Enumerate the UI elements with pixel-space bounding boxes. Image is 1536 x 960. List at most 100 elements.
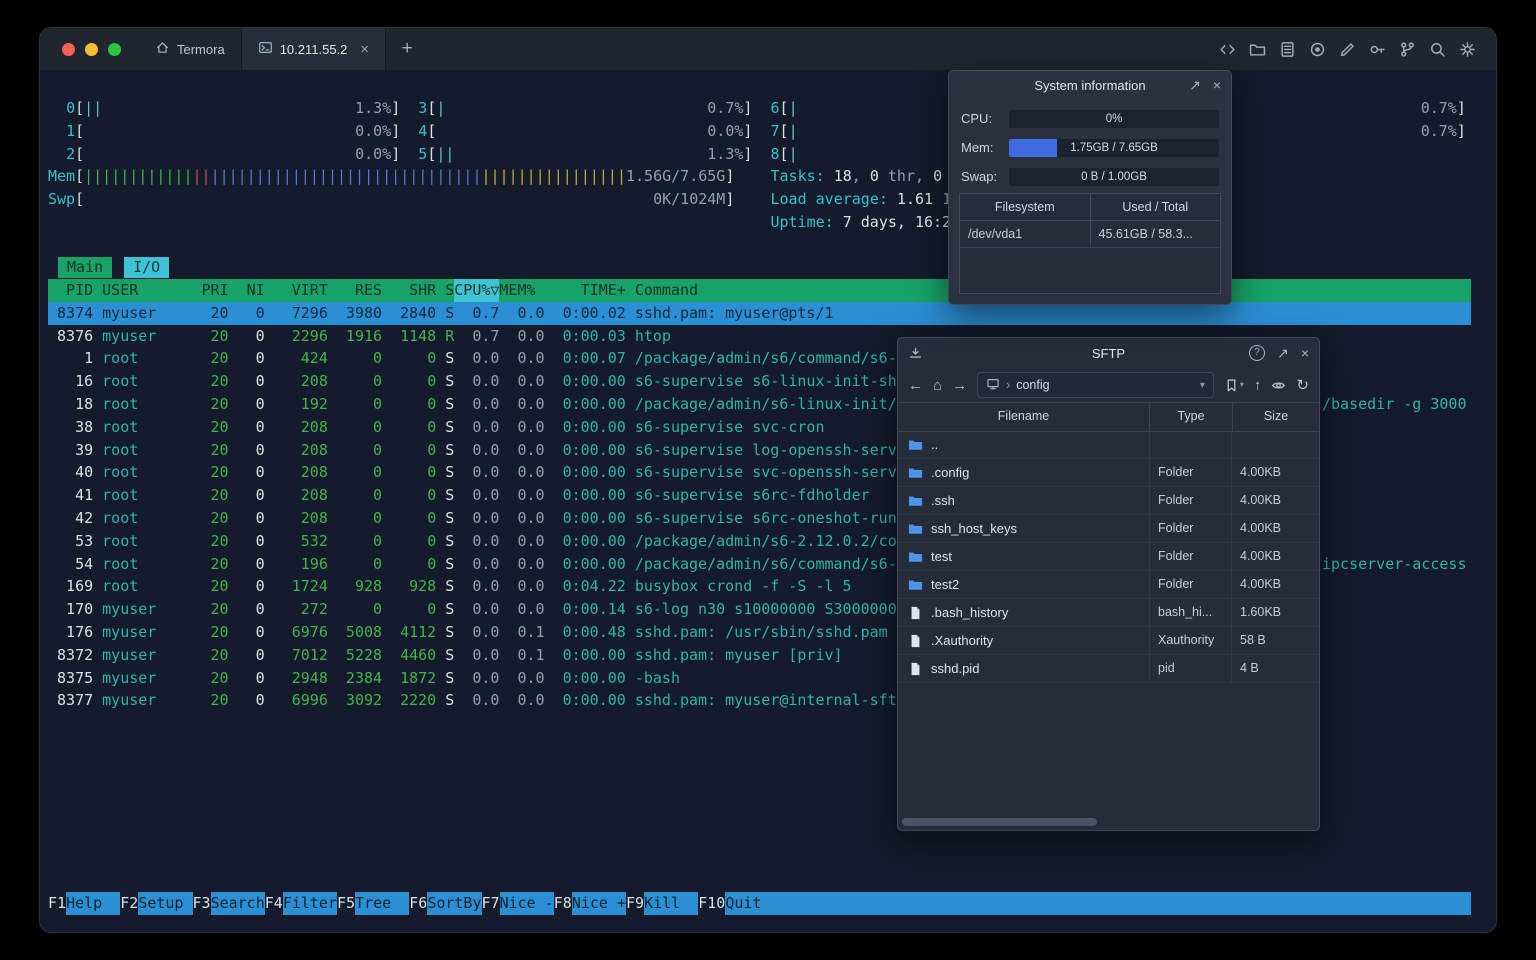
system-info-panel: System information ↗ × CPU: 0% Mem: 1.75… [948, 70, 1232, 305]
sftp-file-row[interactable]: .ssh Folder 4.00KB [898, 487, 1319, 515]
folder-icon [908, 496, 923, 506]
close-window-button[interactable] [62, 42, 75, 56]
column-header-pri[interactable]: PRI [192, 279, 228, 302]
htop-tab-io[interactable]: I/O [124, 257, 170, 278]
up-directory-button[interactable]: ↑ [1254, 378, 1262, 393]
fkey-F3: F3 [192, 894, 211, 912]
chevron-down-icon[interactable]: ▾ [1200, 380, 1205, 391]
fkey-label[interactable]: Nice - [499, 892, 554, 915]
fkey-label[interactable]: Setup [138, 892, 193, 915]
key-icon[interactable] [1369, 41, 1386, 58]
search-icon[interactable] [1429, 41, 1446, 58]
sftp-toolbar: ← ⌂ → › config ▾ ▾ ↑ ↻ [898, 368, 1319, 402]
settings-icon[interactable] [1459, 41, 1476, 58]
new-tab-button[interactable]: + [386, 28, 428, 70]
close-panel-icon[interactable]: × [1301, 346, 1309, 360]
column-header-ni[interactable]: NI [229, 279, 265, 302]
column-header-mem[interactable]: MEM% [499, 279, 544, 302]
fkey-label[interactable]: SortBy [427, 892, 482, 915]
home-icon [155, 40, 170, 58]
swap-usage-value: 0 B / 1.00GB [1081, 170, 1147, 183]
column-header-time[interactable]: TIME+ [545, 279, 626, 302]
sftp-file-row[interactable]: .. [898, 431, 1319, 459]
pen-icon[interactable] [1339, 41, 1356, 58]
column-header-filename[interactable]: Filename [898, 403, 1149, 431]
fkey-F8: F8 [553, 894, 572, 912]
filesystem-table-header: Filesystem Used / Total [960, 194, 1220, 221]
fkey-label[interactable]: Nice + [571, 892, 626, 915]
fkey-label[interactable]: Filter [282, 892, 337, 915]
record-icon[interactable] [1309, 41, 1326, 58]
cpu-usage-value: 0% [1105, 112, 1123, 125]
fkey-label[interactable]: Tree [355, 892, 410, 915]
sftp-file-row[interactable]: sshd.pid pid 4 B [898, 655, 1319, 683]
close-tab-icon[interactable]: × [360, 42, 369, 57]
process-row[interactable]: 8374 myuser 20 0 7296 3980 2840 S 0.7 0.0 0:00.02 s… [48, 301, 1471, 325]
breadcrumb-path[interactable]: config [1016, 378, 1049, 392]
fkey-label[interactable]: Kill [644, 892, 699, 915]
column-header-user[interactable]: USER [93, 279, 192, 302]
tab-session[interactable]: 10.211.55.2 × [240, 28, 387, 70]
folder-icon[interactable] [1249, 41, 1266, 58]
sftp-file-row[interactable]: test2 Folder 4.00KB [898, 571, 1319, 599]
sftp-file-row[interactable]: .bash_history bash_hi... 1.60KB [898, 599, 1319, 627]
zoom-window-button[interactable] [108, 42, 121, 56]
cpu-usage-bar: 0% [1009, 109, 1219, 128]
home-button[interactable]: ⌂ [933, 378, 942, 393]
scrollbar-thumb[interactable] [902, 818, 1097, 826]
swap-label: Swap: [961, 169, 998, 184]
dock-icon[interactable] [908, 338, 923, 368]
mem-label: Mem: [961, 140, 994, 155]
folder-icon [908, 552, 923, 562]
branch-icon[interactable] [1399, 41, 1416, 58]
code-icon[interactable] [1219, 41, 1236, 58]
fkey-label[interactable]: Quit [725, 892, 780, 915]
column-header-virt[interactable]: VIRT [265, 279, 328, 302]
fkey-F9: F9 [626, 894, 645, 912]
path-breadcrumb[interactable]: › config ▾ [977, 372, 1214, 398]
column-header-shr[interactable]: SHR [382, 279, 436, 302]
open-in-new-window-icon[interactable]: ↗ [1189, 78, 1201, 92]
fkey-label[interactable]: Search [210, 892, 265, 915]
minimize-window-button[interactable] [85, 42, 98, 56]
show-hidden-icon[interactable] [1271, 378, 1286, 393]
fkey-F7: F7 [481, 894, 500, 912]
folder-icon [908, 468, 923, 478]
column-header-cpu[interactable]: CPU%▽ [454, 279, 500, 302]
htop-tab-main[interactable]: Main [58, 257, 113, 278]
sftp-file-row[interactable]: ssh_host_keys Folder 4.00KB [898, 515, 1319, 543]
swap-usage-bar: 0 B / 1.00GB [1009, 167, 1219, 186]
help-icon[interactable]: ? [1249, 345, 1266, 361]
sftp-titlebar: SFTP ? ↗ × [898, 338, 1319, 368]
file-icon [911, 662, 920, 675]
sftp-table-header: Filename Type Size [898, 402, 1319, 432]
fkey-F5: F5 [337, 894, 356, 912]
titlebar: Termora 10.211.55.2 × + [40, 28, 1496, 70]
close-panel-icon[interactable]: × [1213, 78, 1221, 92]
forward-button[interactable]: → [952, 378, 967, 393]
sftp-file-row[interactable]: .config Folder 4.00KB [898, 459, 1319, 487]
window-controls [40, 28, 139, 70]
file-icon [911, 634, 920, 647]
cpu-label: CPU: [961, 111, 993, 126]
sftp-file-row[interactable]: test Folder 4.00KB [898, 543, 1319, 571]
fkey-label[interactable]: Help [66, 892, 121, 915]
uptime-line: Uptime: 7 days, 16:2 [770, 212, 952, 231]
sftp-file-row[interactable]: .Xauthority Xauthority 58 B [898, 627, 1319, 655]
bookmark-icon[interactable]: ▾ [1224, 378, 1244, 393]
column-header-res[interactable]: RES [328, 279, 382, 302]
tab-termora[interactable]: Termora [139, 28, 241, 70]
system-info-titlebar: System information ↗ × [949, 71, 1231, 99]
log-icon[interactable] [1279, 41, 1296, 58]
horizontal-scrollbar[interactable] [900, 818, 1317, 827]
back-button[interactable]: ← [908, 378, 923, 393]
fkey-F10: F10 [698, 894, 726, 912]
column-header-size[interactable]: Size [1232, 403, 1319, 431]
tab-session-label: 10.211.55.2 [279, 41, 348, 57]
refresh-button[interactable]: ↻ [1296, 378, 1309, 393]
column-header-type[interactable]: Type [1149, 403, 1232, 431]
column-header-pid[interactable]: PID [48, 279, 93, 302]
command-fragment: /basedir -g 3000 [1322, 395, 1467, 413]
column-header-s[interactable]: S [436, 279, 454, 302]
open-in-new-window-icon[interactable]: ↗ [1277, 346, 1289, 360]
